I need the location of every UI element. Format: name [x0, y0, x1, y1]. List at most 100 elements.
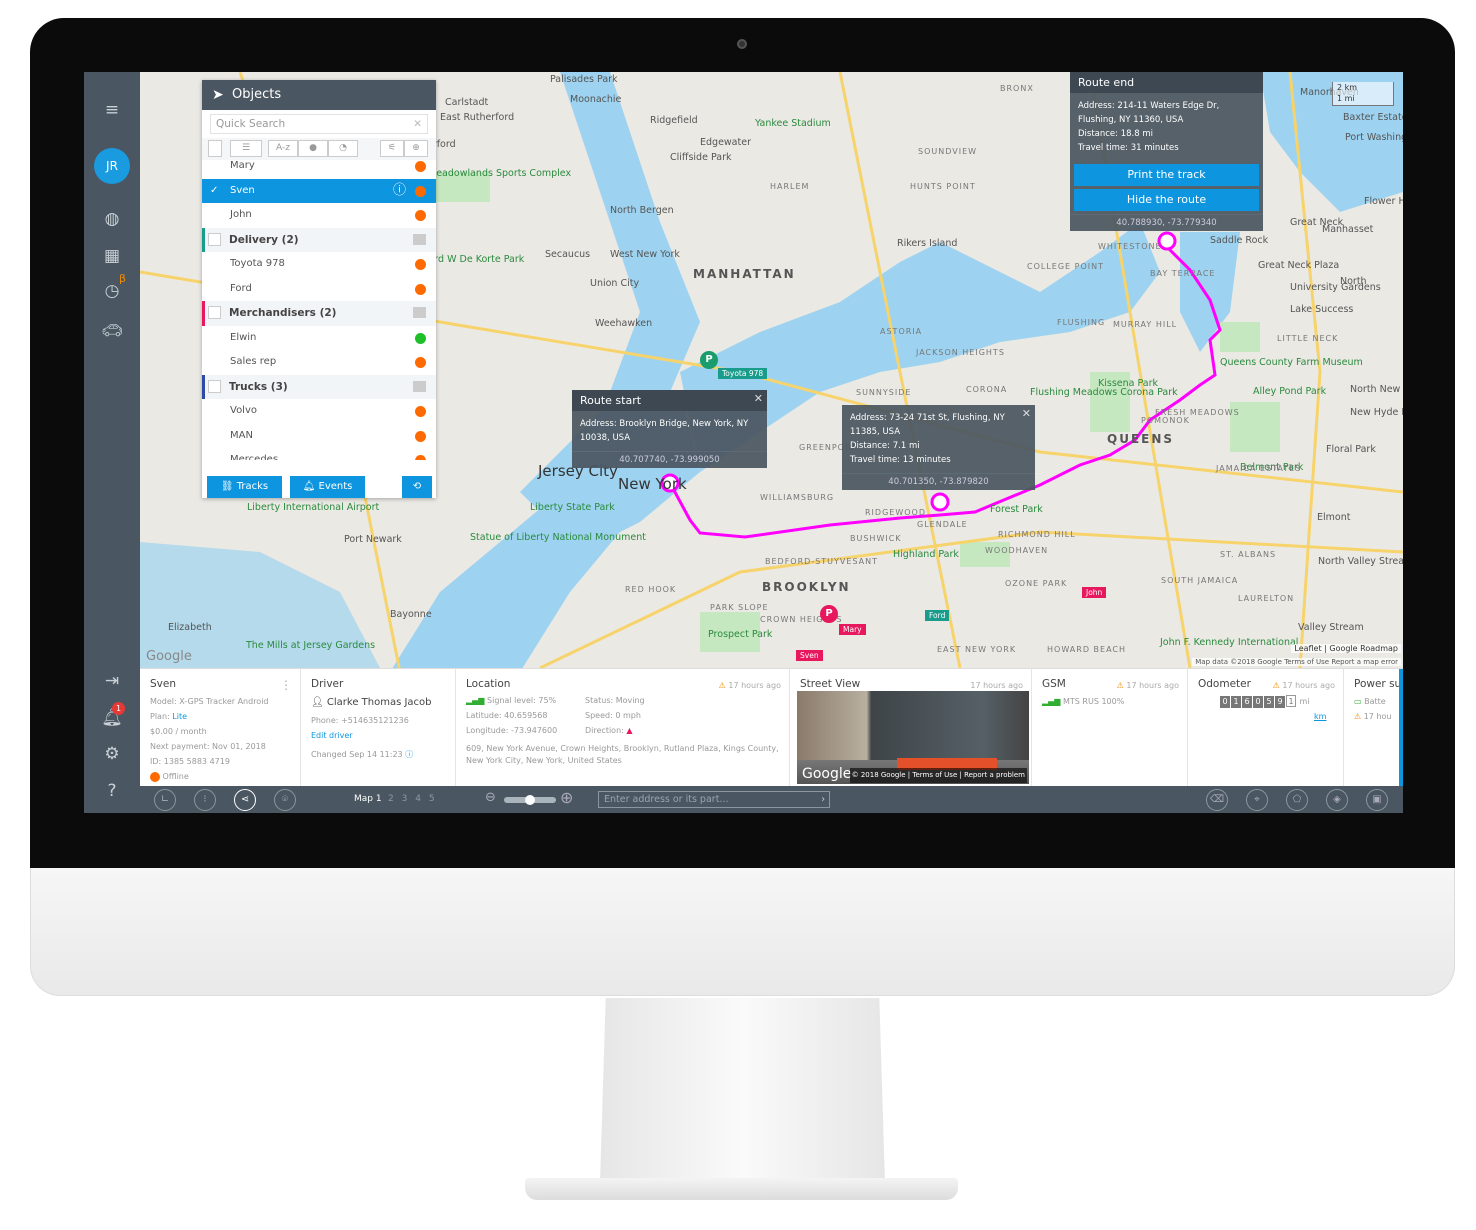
zoom-slider[interactable]: [504, 795, 556, 805]
driver-avatar-icon: 👤︎: [311, 697, 324, 708]
object-row[interactable]: Elwin: [202, 326, 436, 351]
car-icon[interactable]: 🚗︎: [98, 317, 126, 345]
longitude: Longitude: -73.947600: [466, 726, 558, 735]
close-icon[interactable]: ✕: [754, 392, 763, 405]
info-icon[interactable]: ⓘ: [405, 750, 413, 759]
map-pin-grid-icon[interactable]: ⌖: [1246, 789, 1268, 811]
object-row[interactable]: MAN: [202, 424, 436, 449]
report-link[interactable]: Report a problem: [964, 771, 1025, 779]
map[interactable]: Palisades Park Moonachie Carlstadt East Rut…: [140, 72, 1403, 668]
map-tab[interactable]: 2: [388, 794, 394, 804]
group-row[interactable]: Merchandisers (2): [202, 301, 436, 326]
chevron-right-icon[interactable]: ›: [821, 792, 825, 807]
map-footer[interactable]: Map data ©2018 Google Terms of Use Repor…: [1192, 658, 1401, 666]
object-row[interactable]: Ford: [202, 277, 436, 302]
warning-icon: ⚠: [1116, 681, 1124, 690]
map-label: FLUSHING: [1057, 318, 1106, 327]
map-label: BUSHWICK: [850, 534, 902, 543]
route-waypoint-marker[interactable]: [930, 492, 950, 512]
parking-marker[interactable]: P: [700, 351, 718, 369]
more-icon[interactable]: ⋮: [280, 678, 292, 693]
group-checkbox[interactable]: [208, 379, 221, 393]
map-label: BAY TERRACE: [1150, 269, 1216, 278]
fullscreen-icon[interactable]: ▣: [1366, 789, 1388, 811]
map-tab[interactable]: 3: [402, 794, 408, 804]
street-view-image[interactable]: Google © 2018 Google | Terms of Use | Re…: [797, 691, 1029, 784]
comment-icon[interactable]: [413, 233, 426, 245]
group-checkbox[interactable]: [208, 306, 221, 319]
gear-icon[interactable]: ⚙: [98, 740, 126, 768]
map-label: WHITESTONE: [1098, 242, 1162, 251]
map-label: Alley Pond Park: [1253, 386, 1327, 397]
object-row[interactable]: Sales rep: [202, 350, 436, 375]
clear-icon[interactable]: ✕: [413, 115, 422, 133]
gsm-row: ▂▄▆ MTS RUS 100%: [1042, 694, 1177, 709]
group-color-bar: [202, 227, 205, 252]
map-label: The Mills at Jersey Gardens: [246, 640, 376, 651]
marker-mary[interactable]: Mary: [839, 624, 866, 635]
driver-name-row: 👤︎ Clarke Thomas Jacob: [311, 695, 445, 710]
zoom-slider-handle[interactable]: [525, 795, 535, 805]
map-tab[interactable]: 4: [415, 794, 421, 804]
object-row[interactable]: Volvo: [202, 399, 436, 424]
ruler-icon[interactable]: ∟: [154, 789, 176, 811]
zoom-out-icon[interactable]: ⊖: [485, 790, 496, 805]
edit-driver-link[interactable]: Edit driver: [311, 728, 445, 743]
marker-toyota[interactable]: Toyota 978: [718, 368, 768, 379]
map-tab-1[interactable]: Map 1: [354, 794, 382, 804]
login-icon[interactable]: ⇥: [98, 667, 126, 695]
info-icon[interactable]: ⓘ: [393, 179, 406, 203]
terms-link[interactable]: Terms of Use: [912, 771, 957, 779]
print-track-button[interactable]: Print the track: [1074, 164, 1259, 186]
object-row[interactable]: Mercedes: [202, 448, 436, 460]
menu-icon[interactable]: ≡: [98, 96, 126, 124]
object-row[interactable]: John: [202, 203, 436, 228]
eraser-icon[interactable]: ⌫: [1206, 789, 1228, 811]
globe-icon[interactable]: ◍: [98, 205, 126, 233]
traffic-light-icon[interactable]: ⁝: [194, 789, 216, 811]
km-toggle-link[interactable]: km: [1198, 709, 1333, 724]
history-button[interactable]: ⟲: [402, 476, 432, 498]
plan-link[interactable]: Lite: [172, 712, 187, 721]
object-row[interactable]: Toyota 978: [202, 252, 436, 277]
quick-search-input[interactable]: Quick Search ✕: [210, 114, 428, 134]
group-checkbox[interactable]: [208, 232, 221, 246]
pin-icon[interactable]: ⌾: [274, 789, 296, 811]
share-icon[interactable]: ⋖: [234, 789, 256, 811]
direction-arrow-icon: ▲: [626, 726, 633, 735]
group-color-bar: [202, 301, 205, 326]
marker-ford[interactable]: Ford: [925, 610, 950, 621]
help-icon[interactable]: ?: [98, 777, 126, 805]
polygon-icon[interactable]: ⬠: [1286, 789, 1308, 811]
tracks-button[interactable]: ⛓ Tracks: [207, 476, 282, 498]
status-dot: [150, 771, 160, 782]
close-icon[interactable]: ✕: [1022, 407, 1031, 420]
chart-icon[interactable]: ▦: [98, 242, 126, 270]
parking-marker-mary[interactable]: P: [820, 605, 838, 623]
object-row[interactable]: ✓ ⓘ Sven: [202, 178, 436, 203]
marker-john[interactable]: John: [1082, 587, 1107, 598]
avatar[interactable]: JR: [94, 148, 130, 184]
comment-icon[interactable]: [413, 380, 426, 392]
map-label: Great Neck Plaza: [1258, 260, 1340, 271]
map-label: MURRAY HILL: [1113, 320, 1178, 329]
route-start-popup: ✕ Route start Address: Brooklyn Bridge, …: [572, 390, 767, 468]
events-button[interactable]: 🔔︎ Events: [290, 476, 365, 498]
address-search-input[interactable]: Enter address or its part... ›: [598, 791, 830, 808]
comment-icon[interactable]: [413, 307, 426, 318]
map-label: Valley Stream: [1298, 622, 1364, 633]
check-icon[interactable]: ✓: [210, 179, 218, 203]
map-tab[interactable]: 5: [429, 794, 435, 804]
map-attribution[interactable]: Leaflet | Google Roadmap: [1291, 644, 1401, 653]
map-label: Highland Park: [893, 549, 959, 560]
map-label: Saddle Rock: [1210, 235, 1269, 246]
zoom-in-icon[interactable]: ⊕: [560, 788, 573, 807]
group-row[interactable]: Delivery (2): [202, 227, 436, 252]
hide-route-button[interactable]: Hide the route: [1074, 189, 1259, 211]
map-label: LAURELTON: [1238, 594, 1295, 603]
layers-icon[interactable]: ◈: [1326, 789, 1348, 811]
object-row[interactable]: Mary: [202, 154, 436, 179]
odometer-digit: 1: [1231, 696, 1241, 708]
marker-sven[interactable]: Sven: [796, 650, 823, 661]
group-row[interactable]: Trucks (3): [202, 374, 436, 399]
